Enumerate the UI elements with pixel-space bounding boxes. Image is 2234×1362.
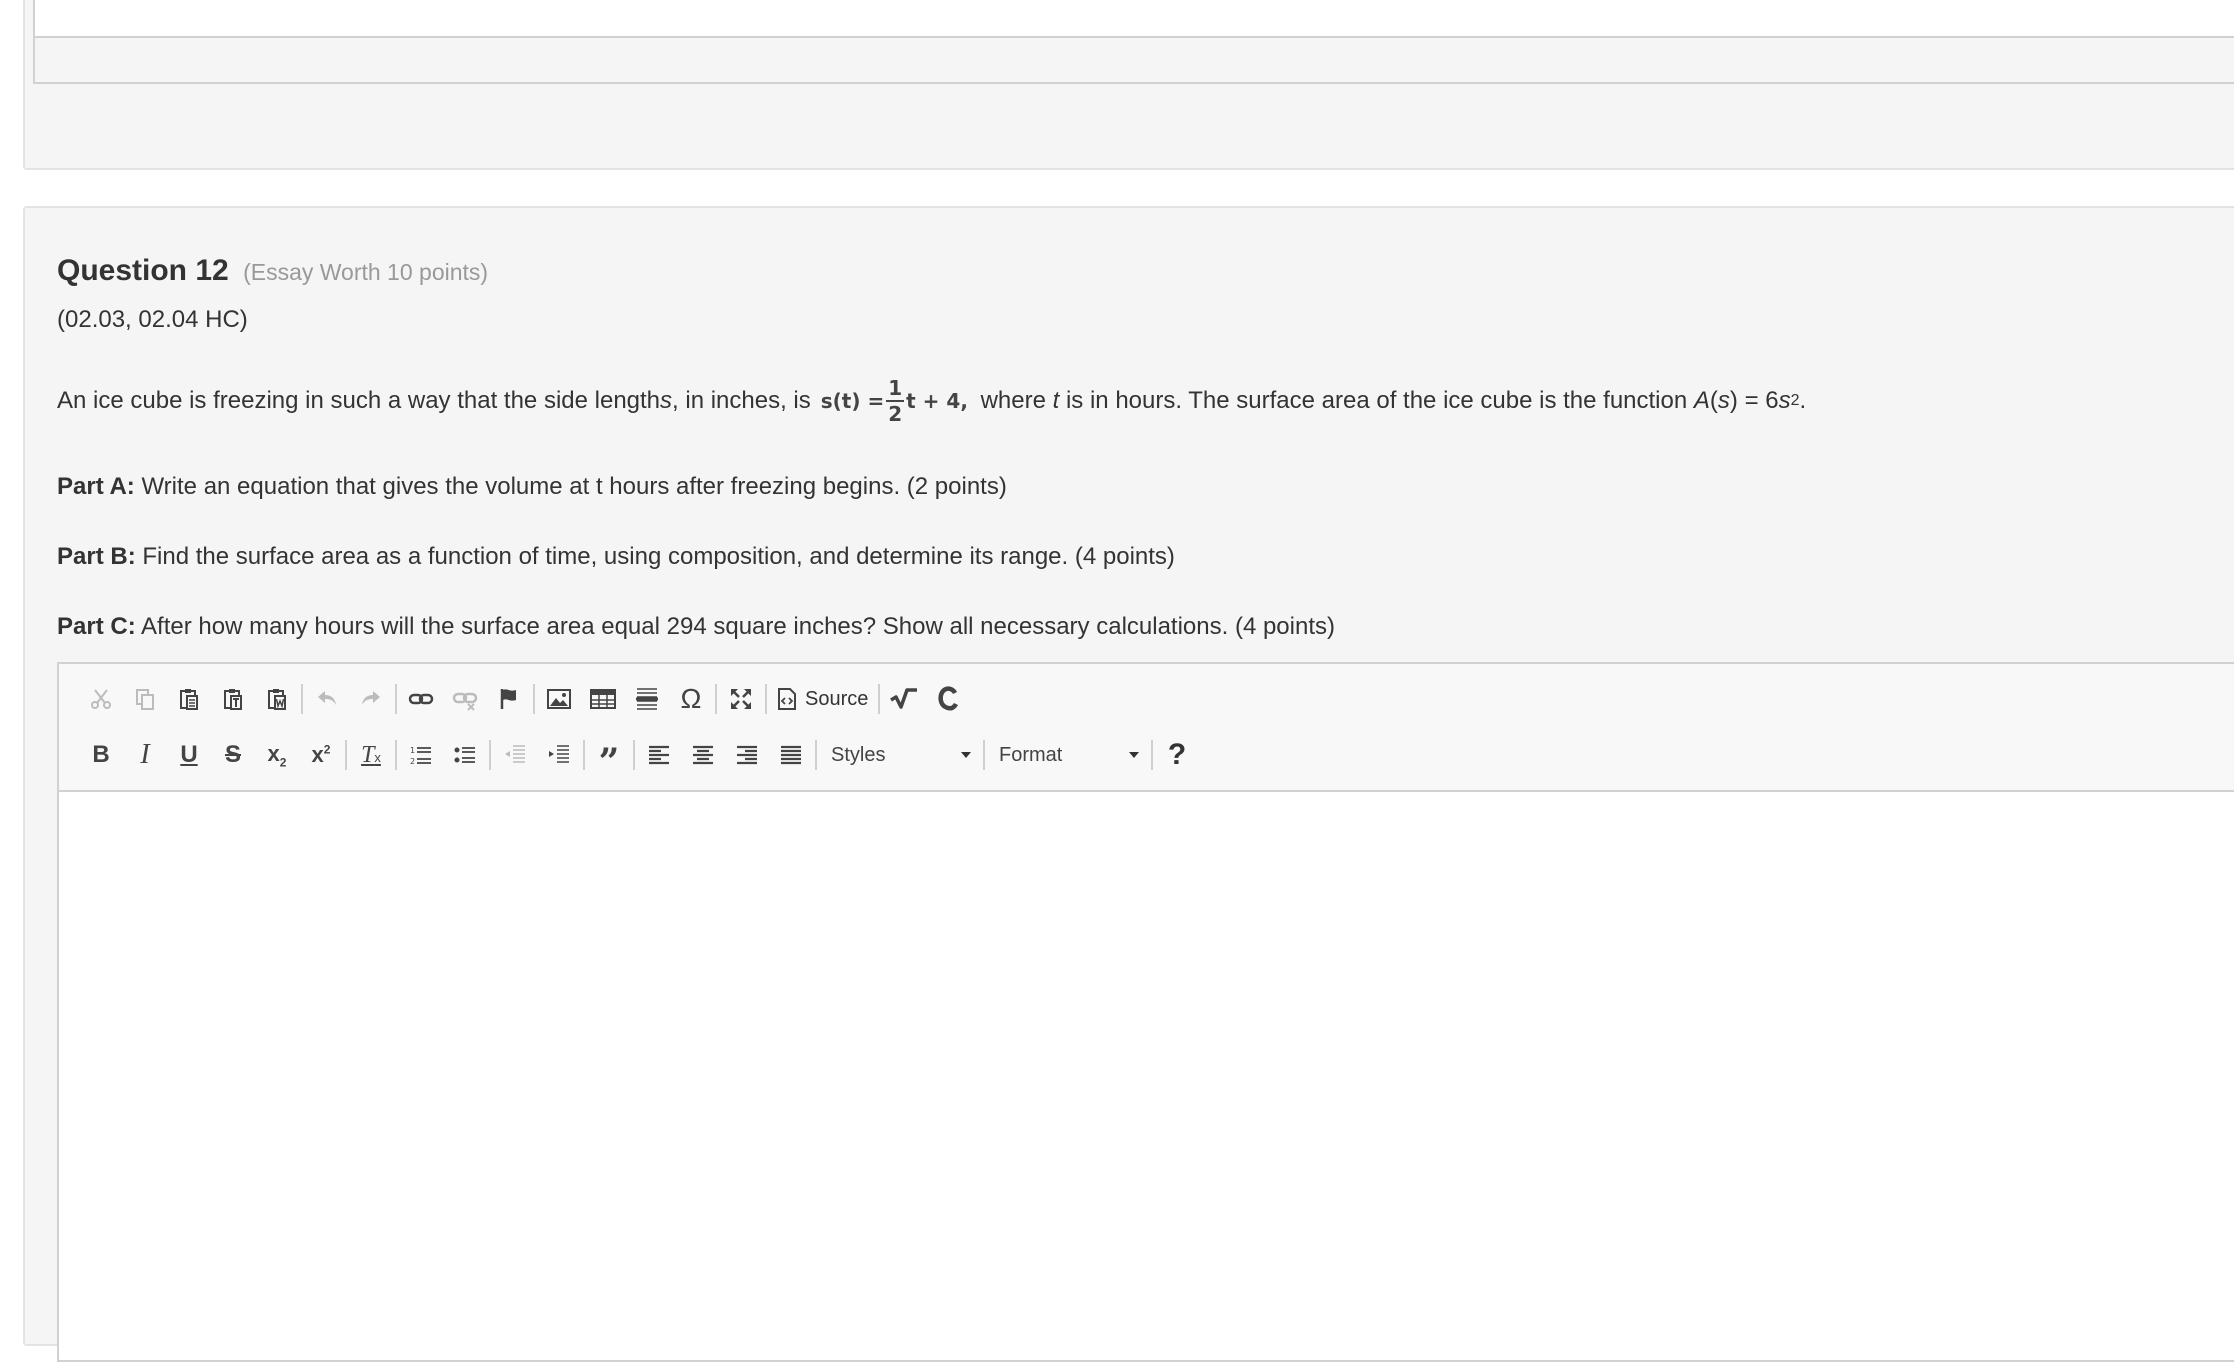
- part-b: Part B: Find the surface area as a funct…: [57, 543, 1175, 571]
- variable-s: s: [660, 387, 673, 414]
- strikethrough-icon[interactable]: S: [211, 735, 255, 775]
- toolbar-separator: [395, 740, 397, 770]
- prompt-text: .: [1799, 387, 1807, 414]
- horizontal-line-icon[interactable]: [625, 679, 669, 719]
- fraction-numerator: 1: [886, 376, 905, 402]
- math-icon[interactable]: [882, 679, 926, 719]
- toolbar-separator: [1151, 740, 1153, 770]
- help-button[interactable]: ?: [1155, 735, 1199, 775]
- part-text: Write an equation that gives the volume …: [134, 473, 1007, 500]
- question-prompt: An ice cube is freezing in such a way th…: [57, 376, 1807, 426]
- toolbar-row-2: B I U S x2 x2 Tx 12 ” Styles Format ?: [79, 735, 1199, 783]
- fraction-one-half: 1 2: [886, 376, 905, 426]
- fraction-denominator: 2: [888, 402, 903, 426]
- numbered-list-icon[interactable]: 12: [399, 735, 443, 775]
- format-dropdown[interactable]: Format: [987, 735, 1149, 775]
- bulleted-list-icon[interactable]: [443, 735, 487, 775]
- source-label: Source: [805, 687, 869, 710]
- toolbar-separator: [395, 684, 397, 714]
- format-label: Format: [999, 743, 1063, 766]
- maximize-icon[interactable]: [719, 679, 763, 719]
- help-icon: ?: [1167, 738, 1187, 771]
- underline-icon[interactable]: U: [167, 735, 211, 775]
- chevron-down-icon: [961, 752, 971, 758]
- blockquote-icon[interactable]: ”: [587, 728, 631, 783]
- prompt-text: (: [1709, 387, 1718, 414]
- toolbar-separator: [765, 684, 767, 714]
- equation-lhs: s(t) =: [820, 389, 885, 413]
- superscript-icon[interactable]: x2: [299, 735, 343, 775]
- redo-icon[interactable]: [349, 679, 393, 719]
- paste-text-icon[interactable]: [211, 679, 255, 719]
- part-c: Part C: After how many hours will the su…: [57, 613, 1335, 641]
- styles-label: Styles: [831, 743, 886, 766]
- align-center-icon[interactable]: [681, 735, 725, 775]
- toolbar-separator: [878, 684, 881, 714]
- function-a: A: [1693, 387, 1710, 414]
- styles-dropdown[interactable]: Styles: [819, 735, 981, 775]
- svg-text:1: 1: [410, 746, 415, 755]
- paste-icon[interactable]: [167, 679, 211, 719]
- prompt-text: is in hours. The surface area of the ice…: [1059, 387, 1694, 414]
- cut-icon[interactable]: [79, 679, 123, 719]
- toolbar-separator: [633, 740, 635, 770]
- toolbar-separator: [715, 684, 717, 714]
- part-a: Part A: Write an equation that gives the…: [57, 473, 1007, 501]
- link-icon[interactable]: [399, 679, 443, 719]
- bold-icon[interactable]: B: [79, 735, 123, 775]
- part-label: Part B:: [57, 543, 136, 570]
- justify-icon[interactable]: [769, 735, 813, 775]
- equation-rhs: t + 4,: [906, 389, 968, 413]
- special-char-icon[interactable]: Ω: [669, 679, 713, 719]
- image-icon[interactable]: [537, 679, 581, 719]
- part-text: After how many hours will the surface ar…: [135, 613, 1335, 640]
- toolbar-separator: [489, 740, 491, 770]
- outdent-icon[interactable]: [493, 735, 537, 775]
- question-standards: (02.03, 02.04 HC): [57, 306, 248, 333]
- align-left-icon[interactable]: [637, 735, 681, 775]
- question-number: Question 12: [57, 254, 229, 287]
- toolbar-separator: [983, 740, 985, 770]
- prompt-text: where: [973, 387, 1053, 414]
- subscript-icon[interactable]: x2: [255, 735, 299, 775]
- equation-s-of-t: s(t) = 1 2 t + 4,: [821, 378, 968, 424]
- part-label: Part C:: [57, 613, 136, 640]
- question-worth: (Essay Worth 10 points): [243, 259, 489, 285]
- paste-word-icon[interactable]: [255, 679, 299, 719]
- previous-answer-editor[interactable]: [33, 0, 2234, 84]
- editor-toolbar: Ω Source B I U S x2 x2 Tx 1 2 ” Styles F…: [59, 664, 2234, 792]
- chemistry-icon[interactable]: [926, 679, 970, 719]
- toolbar-separator: [533, 684, 535, 714]
- toolbar-separator: [583, 740, 585, 770]
- italic-icon[interactable]: I: [123, 735, 167, 775]
- remove-format-icon[interactable]: Tx: [349, 735, 393, 775]
- variable-t: t: [1052, 387, 1060, 414]
- question-title: Question 12 (Essay Worth 10 points): [57, 254, 488, 288]
- prompt-text: An ice cube is freezing in such a way th…: [57, 387, 661, 414]
- variable-s: s: [1778, 387, 1791, 414]
- variable-s: s: [1717, 387, 1730, 414]
- toolbar-separator: [815, 740, 817, 770]
- copy-icon[interactable]: [123, 679, 167, 719]
- table-icon[interactable]: [581, 679, 625, 719]
- undo-icon[interactable]: [305, 679, 349, 719]
- toolbar-row-1: Ω Source: [79, 679, 970, 719]
- part-label: Part A:: [57, 473, 135, 500]
- part-text: Find the surface area as a function of t…: [135, 543, 1175, 570]
- align-right-icon[interactable]: [725, 735, 769, 775]
- previous-editor-bottom-bar: [35, 36, 2234, 82]
- unlink-icon[interactable]: [443, 679, 487, 719]
- prompt-text: ) = 6: [1729, 387, 1779, 414]
- prompt-text: , in inches, is: [672, 387, 811, 414]
- indent-icon[interactable]: [537, 735, 581, 775]
- anchor-icon[interactable]: [487, 679, 531, 719]
- toolbar-separator: [301, 684, 303, 714]
- source-button[interactable]: Source: [769, 679, 876, 719]
- toolbar-separator: [345, 740, 347, 770]
- editor-content-area[interactable]: [59, 792, 2234, 1360]
- answer-editor: Ω Source B I U S x2 x2 Tx 1 2 ” Styles F…: [57, 662, 2234, 1362]
- svg-text:2: 2: [410, 757, 415, 766]
- source-icon: [778, 688, 796, 710]
- chevron-down-icon: [1129, 752, 1139, 758]
